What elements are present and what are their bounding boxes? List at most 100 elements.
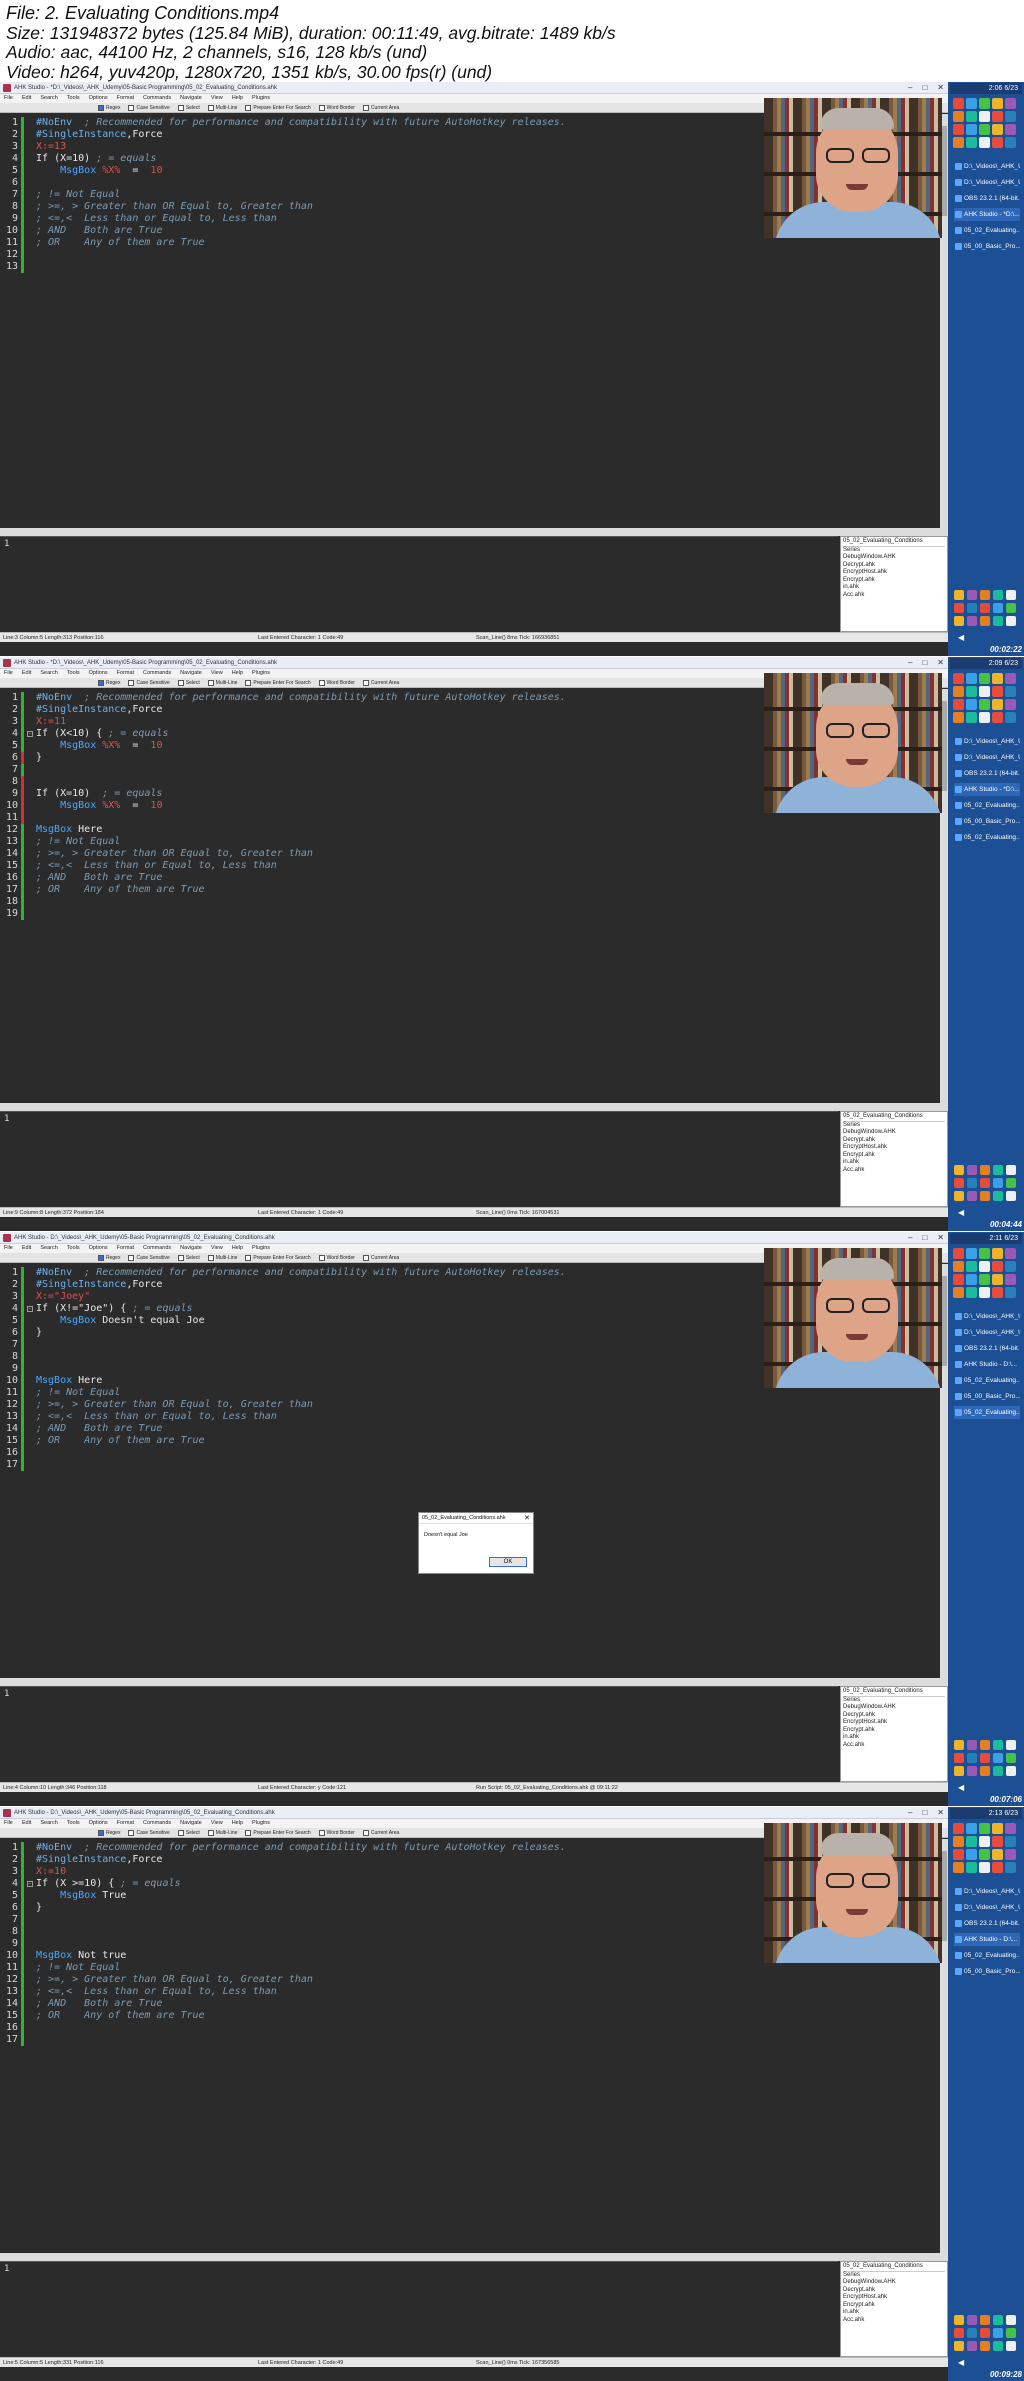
pinned-app-icon[interactable] [979,686,990,697]
menu-item-plugins[interactable]: Plugins [252,94,270,103]
checkbox[interactable] [128,680,135,686]
pinned-app-icon[interactable] [992,1287,1003,1298]
menu-item-edit[interactable]: Edit [22,1244,31,1253]
fold-toggle[interactable]: − [27,731,33,737]
tray-icon[interactable] [980,1740,990,1750]
file-list-item[interactable]: DebugWindow.AHK [843,554,945,562]
code-line[interactable]: #SingleInstance,Force [36,129,162,141]
tray-icon[interactable] [967,590,977,600]
taskbar-window-item[interactable]: 05_02_Evaluating... [954,1406,1020,1419]
tray-icon[interactable] [993,1766,1003,1776]
pinned-app-icon[interactable] [953,1261,964,1272]
tray-icon[interactable] [967,2328,977,2338]
code-line[interactable]: ; AND Both are True [36,225,162,237]
code-line[interactable]: X:=10 [36,1866,66,1878]
code-line[interactable]: ; <=,< Less than or Equal to, Less than [36,860,277,872]
pinned-app-icon[interactable] [992,686,1003,697]
menu-item-navigate[interactable]: Navigate [180,94,202,103]
pinned-app-icon[interactable] [992,111,1003,122]
code-line[interactable]: MsgBox Here [36,1375,102,1387]
tray-icon[interactable] [1006,1740,1016,1750]
menu-item-plugins[interactable]: Plugins [252,1244,270,1253]
code-line[interactable]: ; <=,< Less than or Equal to, Less than [36,1411,277,1423]
tray-icon[interactable] [993,2341,1003,2351]
pinned-app-icon[interactable] [979,673,990,684]
pinned-app-icon[interactable] [992,1862,1003,1873]
pinned-app-icon[interactable] [1005,712,1016,723]
file-list-item[interactable]: in.ahk [843,584,945,592]
code-line[interactable]: #NoEnv ; Recommended for performance and… [36,117,566,129]
tray-icon[interactable] [954,1753,964,1763]
menu-item-help[interactable]: Help [232,1819,243,1828]
file-list-panel[interactable]: 05_02_Evaluating_Conditions Series DebugWi… [840,1111,948,1207]
tray-icon[interactable] [954,2328,964,2338]
checkbox[interactable] [318,1255,325,1261]
find-option[interactable]: Prepare Enter For Search [245,104,311,112]
menu-item-help[interactable]: Help [232,94,243,103]
find-option[interactable]: Select [177,104,200,112]
pinned-app-icon[interactable] [979,124,990,135]
find-option[interactable]: Select [177,1829,200,1837]
pinned-app-icon[interactable] [1005,1862,1016,1873]
pinned-app-icon[interactable] [992,124,1003,135]
tray-icon[interactable] [967,2315,977,2325]
menu-item-options[interactable]: Options [89,94,108,103]
find-option[interactable]: Current Area [362,1254,399,1262]
taskbar-window-item[interactable]: D:\_Videos\_AHK_Udemy... [954,176,1020,189]
pinned-app-icon[interactable] [953,111,964,122]
tray-icon[interactable] [1006,2315,1016,2325]
pinned-app-icon[interactable] [992,1248,1003,1259]
minimize-button[interactable]: – [908,657,912,669]
minimize-button[interactable]: – [908,82,912,94]
close-button[interactable]: ✕ [937,657,944,669]
taskbar-window-item[interactable]: 05_02_Evaluating... [954,1949,1020,1962]
code-line[interactable]: #NoEnv ; Recommended for performance and… [36,1267,566,1279]
code-line[interactable]: ; != Not Equal [36,1962,120,1974]
checkbox[interactable] [362,1255,369,1261]
code-line[interactable]: ; <=,< Less than or Equal to, Less than [36,1986,277,1998]
file-list-item[interactable]: in.ahk [843,2309,945,2317]
find-option[interactable]: Word Border [318,104,355,112]
code-line[interactable]: ; >=, > Greater than OR Equal to, Greate… [36,1974,313,1986]
code-line[interactable]: #NoEnv ; Recommended for performance and… [36,1842,566,1854]
menu-item-tools[interactable]: Tools [67,94,80,103]
taskbar-window-item[interactable]: 05_02_Evaluating... [954,1374,1020,1387]
menu-item-tools[interactable]: Tools [67,1244,80,1253]
menu-item-format[interactable]: Format [117,669,134,678]
pinned-app-icon[interactable] [992,699,1003,710]
pinned-app-icon[interactable] [966,111,977,122]
menu-item-search[interactable]: Search [40,94,57,103]
menu-item-plugins[interactable]: Plugins [252,1819,270,1828]
code-line[interactable]: #SingleInstance,Force [36,704,162,716]
pinned-app-icon[interactable] [979,137,990,148]
taskbar-window-item[interactable]: D:\_Videos\_AHK_Udemy... [954,751,1020,764]
tray-icon[interactable] [1006,1753,1016,1763]
taskbar-arrow-icon[interactable]: ◀ [958,1783,964,1792]
tray-icon[interactable] [1006,616,1016,626]
checkbox[interactable] [207,680,214,686]
pinned-app-icon[interactable] [1005,98,1016,109]
menu-item-navigate[interactable]: Navigate [180,1819,202,1828]
maximize-button[interactable]: □ [922,82,927,94]
taskbar-window-item[interactable]: AHK Studio - *D:\... [954,783,1020,796]
pinned-app-icon[interactable] [1005,1261,1016,1272]
file-list-item[interactable]: DebugWindow.AHK [843,2279,945,2287]
tray-icon[interactable] [967,616,977,626]
checkbox[interactable] [98,1830,104,1836]
pinned-app-icon[interactable] [953,1849,964,1860]
tray-icon[interactable] [954,1766,964,1776]
file-list-item[interactable]: in.ahk [843,1734,945,1742]
code-line[interactable]: If (X=10) ; = equals [36,153,156,165]
taskbar-window-item[interactable]: D:\_Videos\_AHK_Udemy... [954,1885,1020,1898]
code-line[interactable]: MsgBox True [36,1890,126,1902]
checkbox[interactable] [207,1830,214,1836]
pinned-app-icon[interactable] [979,712,990,723]
code-line[interactable]: ; >=, > Greater than OR Equal to, Greate… [36,1399,313,1411]
checkbox[interactable] [177,105,184,111]
code-line[interactable]: } [36,1327,42,1339]
checkbox[interactable] [245,1255,252,1261]
menu-item-view[interactable]: View [211,1244,223,1253]
tray-icon[interactable] [993,1178,1003,1188]
tray-icon[interactable] [993,1753,1003,1763]
taskbar-arrow-icon[interactable]: ◀ [958,2358,964,2367]
